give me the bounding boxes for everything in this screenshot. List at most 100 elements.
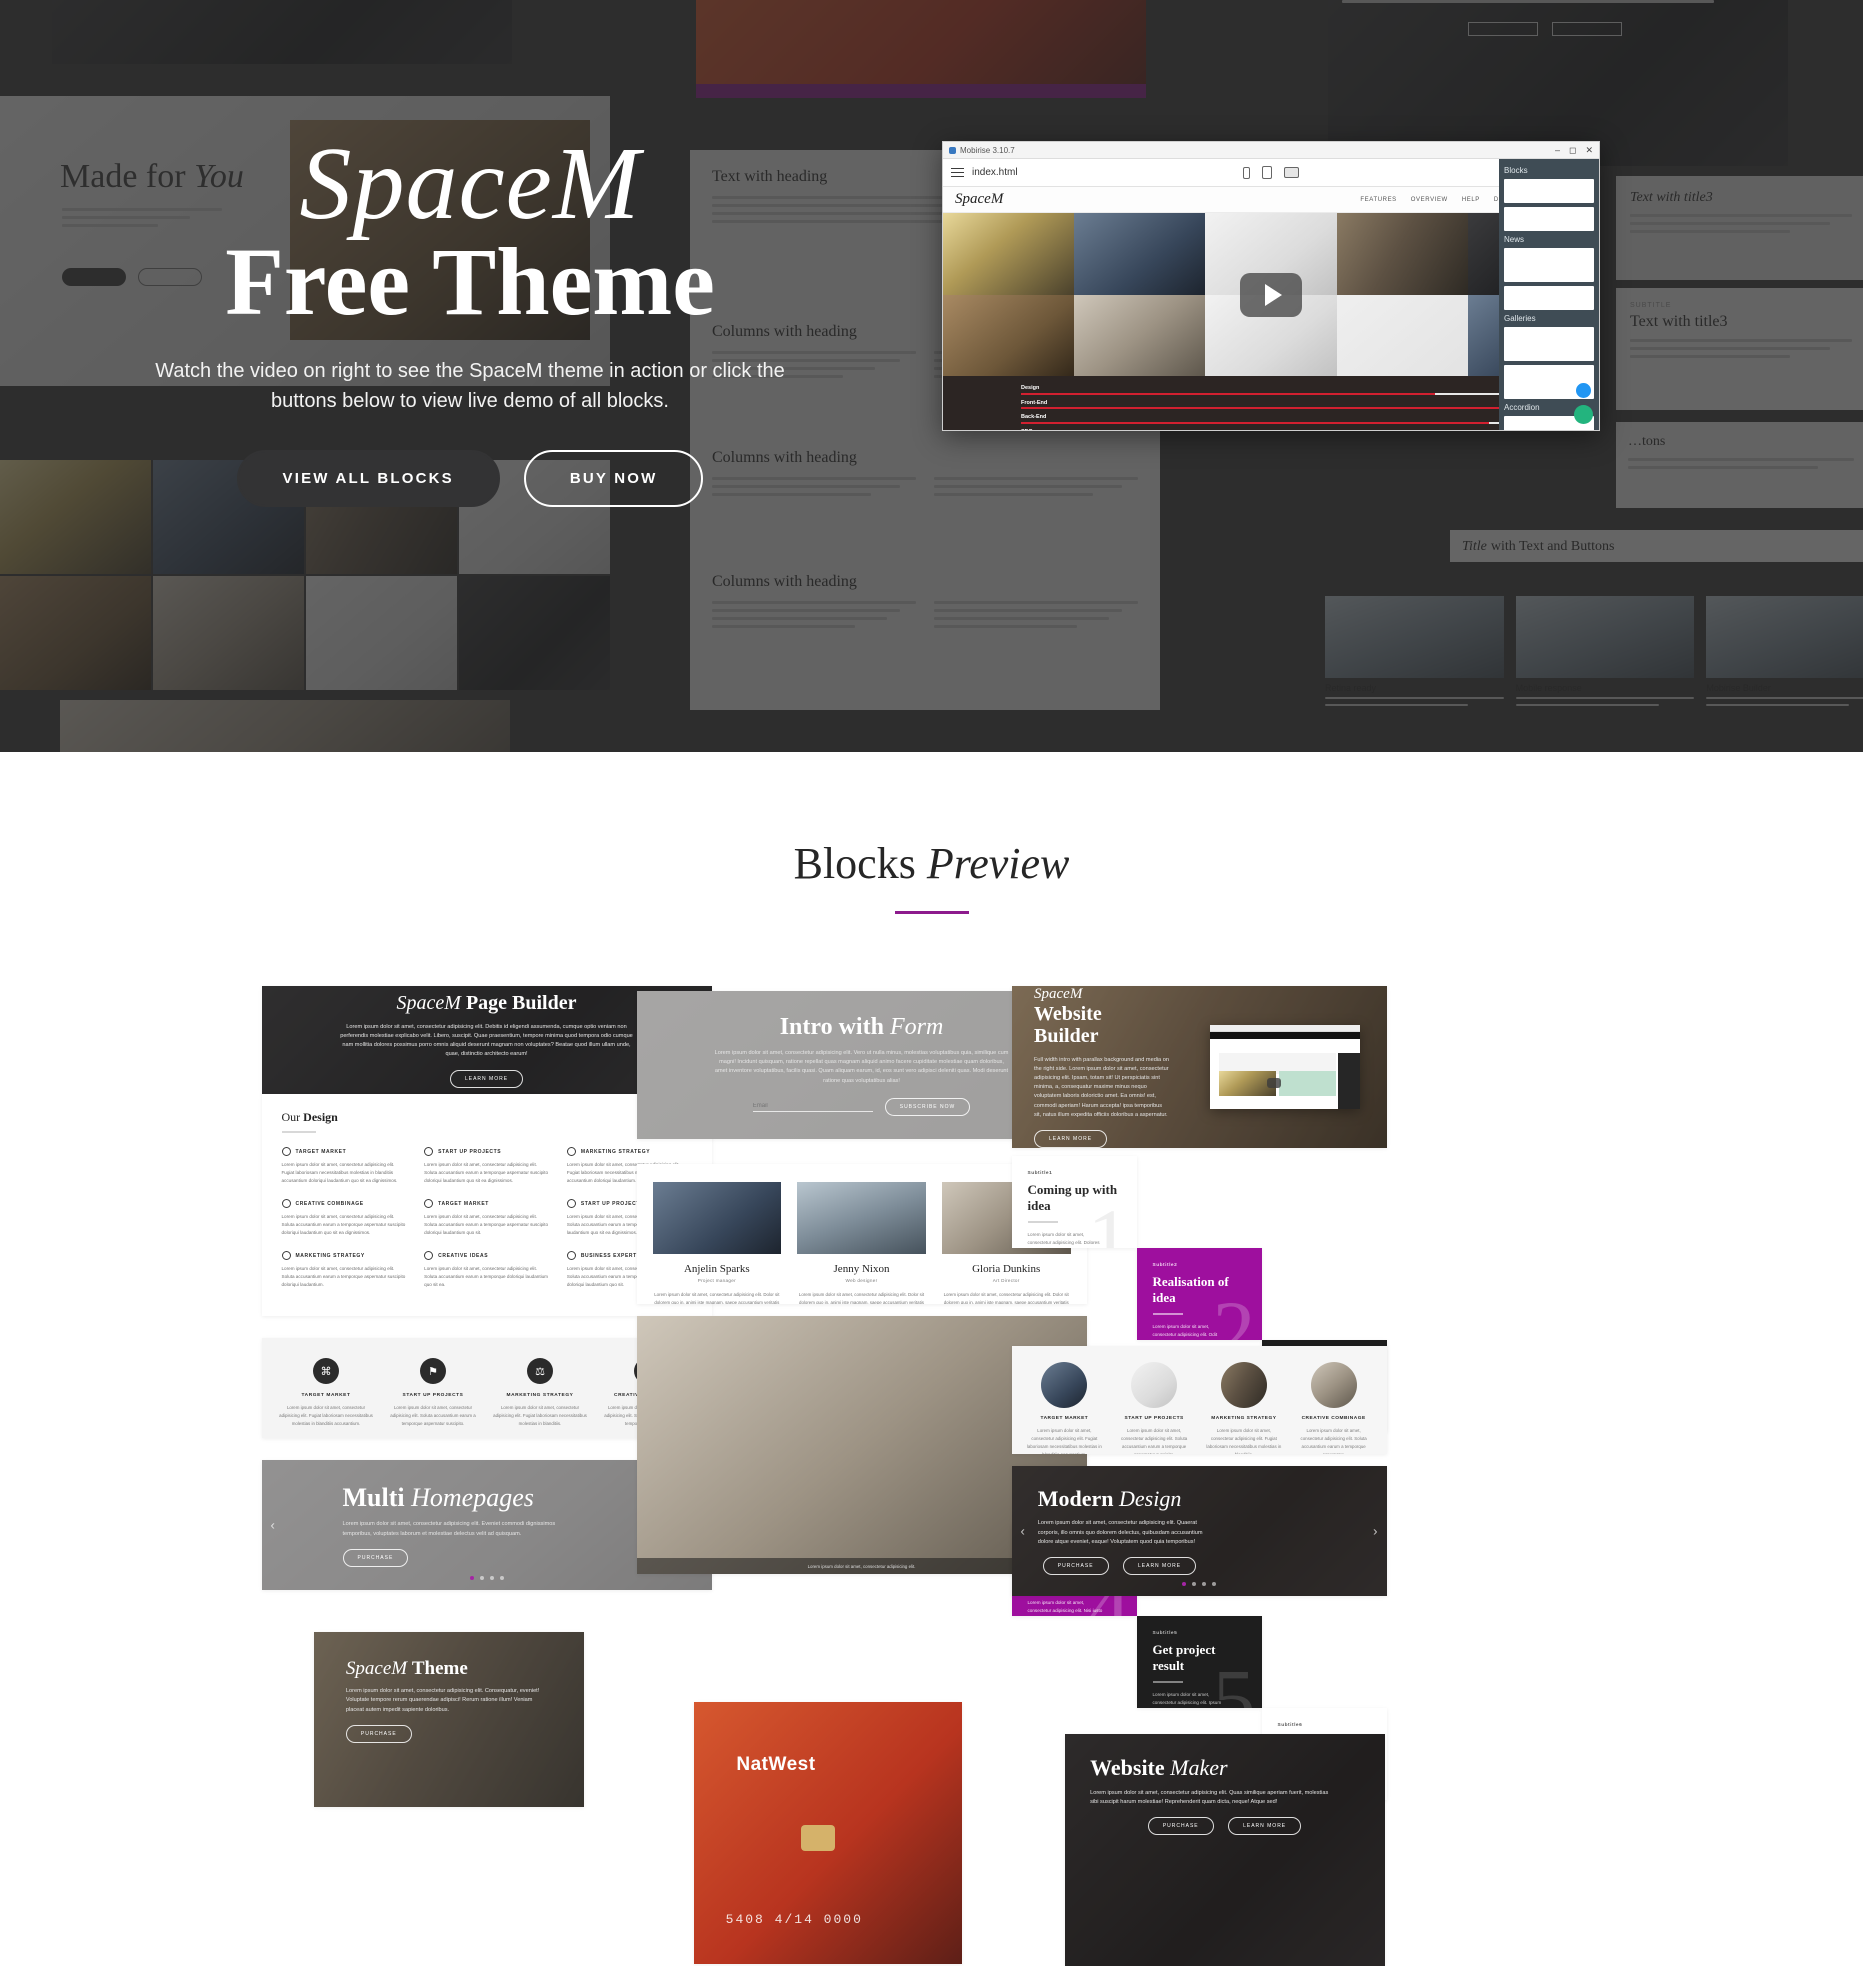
carousel-dot[interactable] [479, 1576, 484, 1580]
carousel-dots[interactable] [469, 1576, 504, 1580]
nav-item-features[interactable]: FEATURES [1360, 197, 1396, 203]
spacem-theme-title-bold: Theme [411, 1658, 468, 1679]
block-card-modern-design[interactable]: Modern Design Lorem ipsum dolor sit amet… [1011, 1466, 1387, 1596]
member-role: Art Director [992, 1278, 1020, 1283]
hamburger-icon[interactable] [951, 165, 964, 180]
member-bio: Lorem ipsum dolor sit amet, consectetur … [654, 1292, 780, 1304]
view-all-blocks-button[interactable]: VIEW ALL BLOCKS [236, 449, 500, 507]
play-icon[interactable] [1240, 272, 1302, 317]
website-builder-learn-more-button[interactable]: LEARN MORE [1034, 1130, 1108, 1148]
website-maker-purchase-button[interactable]: PURCHASE [1147, 1817, 1214, 1836]
team-member: Jenny Nixon Web designer Lorem ipsum dol… [797, 1182, 926, 1304]
rocket-icon: ⚑ [420, 1358, 446, 1384]
multi-homepages-title-bold: Multi [342, 1483, 405, 1513]
spacem-theme-purchase-button[interactable]: PURCHASE [345, 1724, 412, 1743]
maximize-icon[interactable]: ◻ [1569, 145, 1576, 156]
window-title: Mobirise 3.10.7 [960, 145, 1015, 155]
modern-design-learn-more-button[interactable]: LEARN MORE [1123, 1557, 1197, 1576]
service-title: MARKETING STRATEGY [1211, 1416, 1277, 1421]
block-thumb[interactable] [1504, 248, 1594, 282]
block-card-natwest[interactable]: NatWest 5408 4/14 0000 [693, 1702, 962, 1964]
carousel-dot[interactable] [1202, 1582, 1206, 1586]
bulb-icon [424, 1251, 434, 1261]
nav-item-help[interactable]: HELP [1462, 197, 1480, 203]
feature-text: Lorem ipsum dolor sit amet, consectetur … [424, 1214, 548, 1236]
carousel-dot[interactable] [1182, 1582, 1186, 1586]
phone-icon[interactable] [1243, 166, 1250, 179]
service-text: Lorem ipsum dolor sit amet, consectetur … [1206, 1428, 1282, 1454]
chevron-right-icon[interactable]: › [1373, 1524, 1377, 1539]
page-builder-learn-more-button[interactable]: LEARN MORE [449, 1069, 524, 1088]
chip-icon [800, 1825, 835, 1852]
progress-row: Back-End87% [1021, 414, 1559, 424]
block-card-spacem-theme[interactable]: SpaceM Theme Lorem ipsum dolor sit amet,… [313, 1632, 584, 1807]
carousel-dot[interactable] [1212, 1582, 1216, 1586]
website-maker-learn-more-button[interactable]: LEARN MORE [1228, 1817, 1302, 1836]
intro-form-title-bold: Intro with [779, 1014, 884, 1041]
block-card-services[interactable]: TARGET MARKET Lorem ipsum dolor sit amet,… [1011, 1346, 1387, 1454]
carousel-dot[interactable] [1192, 1582, 1196, 1586]
numbered-card-1[interactable]: Subtitle1 Coming up with idea Lorem ipsu… [1011, 1156, 1137, 1248]
block-card-website-maker[interactable]: Website Maker Lorem ipsum dolor sit amet… [1064, 1734, 1385, 1966]
numbered-card-2[interactable]: Subtitle2 Realisation of idea Lorem ipsu… [1136, 1248, 1262, 1340]
block-card-website-builder[interactable]: SpaceM Website Builder Full width intro … [1011, 986, 1387, 1148]
website-builder-title-2: Builder [1034, 1025, 1099, 1048]
member-bio: Lorem ipsum dolor sit amet, consectetur … [798, 1292, 925, 1304]
chart-icon [566, 1147, 576, 1156]
member-name: Anjelin Sparks [683, 1263, 750, 1275]
multi-homepages-purchase-button[interactable]: PURCHASE [342, 1548, 409, 1567]
service-item: START UP PROJECTS Lorem ipsum dolor sit a… [1115, 1362, 1193, 1454]
hero-subtitle: Watch the video on right to see the Spac… [155, 359, 785, 412]
carousel-dot[interactable] [489, 1576, 494, 1580]
member-role: Project manager [697, 1278, 736, 1283]
block-thumb[interactable] [1504, 327, 1594, 361]
window-controls[interactable]: – ◻ ✕ [1555, 145, 1593, 156]
tablet-icon[interactable] [1262, 166, 1272, 179]
website-maker-title-italic: Maker [1170, 1755, 1228, 1780]
nav-item-overview[interactable]: OVERVIEW [1411, 197, 1448, 203]
avatar [652, 1182, 782, 1254]
desktop-icon[interactable] [1284, 167, 1299, 178]
hero-content: SpaceM Free Theme Watch the video on rig… [0, 132, 940, 507]
block-thumb[interactable] [1504, 286, 1594, 310]
chevron-left-icon[interactable]: ‹ [271, 1518, 275, 1533]
service-text: Lorem ipsum dolor sit amet, consectetur … [1121, 1428, 1188, 1454]
feature-item: MARKETING STRATEGY Lorem ipsum dolor sit … [281, 1251, 407, 1289]
modern-design-purchase-button[interactable]: PURCHASE [1042, 1557, 1109, 1576]
carousel-dot[interactable] [469, 1576, 474, 1580]
service-title: TARGET MARKET [1040, 1416, 1089, 1421]
device-preview-switcher[interactable] [1243, 166, 1299, 179]
feature-text: Lorem ipsum dolor sit amet, consectetur … [424, 1266, 549, 1288]
play-icon[interactable] [1267, 1078, 1282, 1089]
progress-label: SEO [1021, 429, 1033, 431]
block-thumb[interactable] [1504, 207, 1594, 231]
numbered-card-5[interactable]: Subtitle5 Get project result Lorem ipsum… [1136, 1616, 1262, 1708]
feature-item: TARGET MARKET Lorem ipsum dolor sit amet,… [281, 1147, 407, 1185]
feature-text: Lorem ipsum dolor sit amet, consectetur … [424, 1162, 548, 1184]
subscribe-now-button[interactable]: SUBSCRIBE NOW [884, 1097, 971, 1116]
add-block-fab-icon[interactable] [1574, 405, 1593, 424]
close-icon[interactable]: ✕ [1585, 145, 1593, 156]
multi-homepages-text: Lorem ipsum dolor sit amet, consectetur … [342, 1521, 556, 1537]
intro-form-title-italic: Form [889, 1014, 944, 1041]
carousel-dots[interactable] [1182, 1582, 1216, 1586]
icon-feature-text: Lorem ipsum dolor sit amet, consectetur … [390, 1405, 476, 1426]
service-text: Lorem ipsum dolor sit amet, consectetur … [1026, 1428, 1102, 1454]
hero-script-title: SpaceM [299, 126, 641, 241]
progress-row: SEO64% [1021, 429, 1559, 431]
feature-item: START UP PROJECTS Lorem ipsum dolor sit a… [424, 1147, 549, 1185]
chevron-left-icon[interactable]: ‹ [1021, 1524, 1025, 1539]
edit-pencil-fab-icon[interactable] [1576, 383, 1591, 398]
rocket-icon [424, 1147, 434, 1156]
email-field[interactable] [752, 1101, 873, 1113]
feature-title: CREATIVE COMBINAGE [295, 1200, 364, 1207]
carousel-dot[interactable] [499, 1576, 504, 1580]
page-builder-text: Lorem ipsum dolor sit amet, consectetur … [340, 1023, 633, 1058]
block-thumb[interactable] [1504, 179, 1594, 203]
minimize-icon[interactable]: – [1555, 145, 1560, 156]
video-preview-window[interactable]: Mobirise 3.10.7 – ◻ ✕ index.html SpaceM … [942, 141, 1600, 431]
buy-now-button[interactable]: BUY NOW [523, 449, 704, 507]
feature-item: CREATIVE COMBINAGE Lorem ipsum dolor sit … [281, 1199, 407, 1237]
blocks-sidebar[interactable]: Blocks News Galleries Accordion Progress… [1499, 159, 1599, 430]
window-titlebar: Mobirise 3.10.7 – ◻ ✕ [943, 142, 1599, 159]
